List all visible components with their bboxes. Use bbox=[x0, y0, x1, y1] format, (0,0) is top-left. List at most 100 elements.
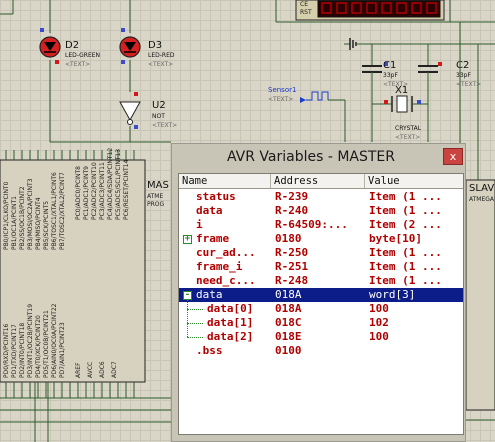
window-title: AVR Variables - MASTER bbox=[226, 149, 396, 165]
row-name: data[2] bbox=[207, 330, 254, 343]
pin-label: PD7/AIN1/PCINT23 bbox=[59, 322, 66, 378]
table-row[interactable]: data R-240 Item (1 ... bbox=[179, 204, 463, 218]
x1-value: CRYSTAL bbox=[395, 125, 422, 132]
pin-label: PD6/AIN0/OC0A/PCINT22 bbox=[51, 303, 58, 378]
tree-line bbox=[187, 337, 203, 338]
row-name: data[1] bbox=[207, 316, 254, 329]
table-row[interactable]: data[0] 018A 100 bbox=[179, 302, 463, 316]
pin-label: AREF bbox=[75, 362, 82, 378]
row-address: R-250 bbox=[275, 246, 309, 259]
pin-label: PD0/RXD/PCINT16 bbox=[3, 323, 10, 378]
table-row[interactable]: need_c... R-248 Item (1 ... bbox=[179, 274, 463, 288]
x1-text: <TEXT> bbox=[395, 134, 420, 141]
d2-value: LED-GREEN bbox=[65, 52, 100, 59]
slave-label: SLAVE bbox=[469, 183, 495, 194]
row-value: Item (2 ... bbox=[369, 218, 442, 231]
c1-value: 33pF bbox=[383, 72, 398, 79]
row-address: 018E bbox=[275, 330, 302, 343]
c2-ref: C2 bbox=[456, 60, 469, 71]
row-address: R-251 bbox=[275, 260, 309, 273]
row-address: 018C bbox=[275, 316, 302, 329]
row-value: Item (1 ... bbox=[369, 246, 442, 259]
sensor-label: Sensor1 bbox=[268, 86, 296, 94]
master-sub2: PROG bbox=[147, 201, 165, 208]
pin-label: PD4/T0/XCK/PCINT20 bbox=[35, 315, 42, 378]
pin-label: PB1/OC1A/PCINT1 bbox=[11, 196, 18, 250]
pin-label: PC5/ADC5/SCL/PCINT13 bbox=[115, 149, 122, 220]
table-row[interactable]: status R-239 Item (1 ... bbox=[179, 190, 463, 204]
pin-label: PB2/SS/OC1B/PCINT2 bbox=[19, 186, 26, 250]
pin-label: PC2/ADC2/PCINT10 bbox=[91, 162, 98, 220]
row-name: data bbox=[196, 288, 223, 301]
row-name: i bbox=[196, 218, 203, 231]
pin-label: PD2/INT0/PCINT18 bbox=[19, 323, 26, 378]
row-name: data[0] bbox=[207, 302, 254, 315]
pin-label: PC3/ADC3/PCINT11 bbox=[99, 162, 106, 220]
variables-table[interactable]: Name Address Value status R-239 Item (1 ..… bbox=[178, 173, 464, 435]
u2-value: NOT bbox=[152, 113, 165, 120]
row-value: word[3] bbox=[369, 288, 416, 301]
pin-label: PB7/TOSC2/XTAL2/PCINT7 bbox=[59, 172, 66, 250]
row-name: data bbox=[196, 204, 223, 217]
pin-label: PB4/MISO/PCINT4 bbox=[35, 197, 42, 250]
table-row[interactable]: data[1] 018C 102 bbox=[179, 316, 463, 330]
column-header-name[interactable]: Name bbox=[179, 174, 271, 188]
pin-label: PC4/ADC4/SDA/PCINT12 bbox=[107, 148, 114, 220]
d3-ref: D3 bbox=[148, 40, 162, 51]
pin-label: PB0/ICP1/CLKO/PCINT0 bbox=[3, 181, 10, 250]
table-row[interactable]: cur_ad... R-250 Item (1 ... bbox=[179, 246, 463, 260]
row-address: R-240 bbox=[275, 204, 309, 217]
column-header-value[interactable]: Value bbox=[365, 174, 463, 188]
pin-label: ADC7 bbox=[111, 361, 118, 378]
d3-text: <TEXT> bbox=[148, 61, 173, 68]
pin-label: PC0/ADC0/PCINT8 bbox=[75, 166, 82, 220]
row-value: 100 bbox=[369, 330, 389, 343]
row-address: R-248 bbox=[275, 274, 309, 287]
avr-variables-window[interactable]: AVR Variables - MASTER x Name Address Va… bbox=[171, 143, 466, 442]
u2-text: <TEXT> bbox=[152, 122, 177, 129]
master-sub1: ATME bbox=[147, 193, 163, 200]
x1-ref: X1 bbox=[395, 85, 408, 96]
row-name: status bbox=[196, 190, 236, 203]
pin-label: PB5/SCK/PCINT5 bbox=[43, 201, 50, 250]
pin-label: PC1/ADC1/PCINT9 bbox=[83, 166, 90, 220]
pin-label: ADC6 bbox=[99, 361, 106, 378]
sensor-text: <TEXT> bbox=[268, 96, 293, 103]
row-value: Item (1 ... bbox=[369, 190, 442, 203]
row-address: R-64509:... bbox=[275, 218, 348, 231]
c2-value: 33pF bbox=[456, 72, 471, 79]
display-ce: CE bbox=[300, 1, 308, 8]
row-name: frame bbox=[196, 232, 230, 245]
pin-label: PD5/T1/OC0B/PCINT21 bbox=[43, 310, 50, 378]
table-row[interactable]: frame_i R-251 Item (1 ... bbox=[179, 260, 463, 274]
tree-line bbox=[187, 309, 203, 310]
table-row[interactable]: - data 018A word[3] bbox=[179, 288, 463, 302]
table-row[interactable]: + frame 0180 byte[10] bbox=[179, 232, 463, 246]
tree-line bbox=[187, 300, 188, 337]
close-icon[interactable]: x bbox=[443, 148, 463, 165]
row-name: cur_ad... bbox=[196, 246, 256, 259]
collapse-minus-icon[interactable]: - bbox=[183, 291, 192, 300]
u2-ref: U2 bbox=[152, 100, 166, 111]
row-value: Item (1 ... bbox=[369, 274, 442, 287]
table-row[interactable]: .bss 0100 bbox=[179, 344, 463, 358]
display-rst: RST bbox=[300, 9, 312, 16]
pin-label: PD3/INT1/OC2B/PCINT19 bbox=[27, 304, 34, 378]
window-titlebar[interactable]: AVR Variables - MASTER x bbox=[172, 144, 465, 170]
row-name: need_c... bbox=[196, 274, 256, 287]
column-header-address[interactable]: Address bbox=[271, 174, 365, 188]
d2-text: <TEXT> bbox=[65, 61, 90, 68]
row-value: Item (1 ... bbox=[369, 204, 442, 217]
table-header: Name Address Value bbox=[179, 174, 463, 189]
row-value: byte[10] bbox=[369, 232, 422, 245]
row-address: 018A bbox=[275, 302, 302, 315]
expand-plus-icon[interactable]: + bbox=[183, 235, 192, 244]
row-address: 018A bbox=[275, 288, 302, 301]
table-row[interactable]: data[2] 018E 100 bbox=[179, 330, 463, 344]
row-value: 100 bbox=[369, 302, 389, 315]
row-value: Item (1 ... bbox=[369, 260, 442, 273]
pin-label: PC6/RESET/PCINT14 bbox=[123, 160, 130, 220]
row-address: R-239 bbox=[275, 190, 309, 203]
c1-ref: C1 bbox=[383, 60, 396, 71]
table-row[interactable]: i R-64509:... Item (2 ... bbox=[179, 218, 463, 232]
